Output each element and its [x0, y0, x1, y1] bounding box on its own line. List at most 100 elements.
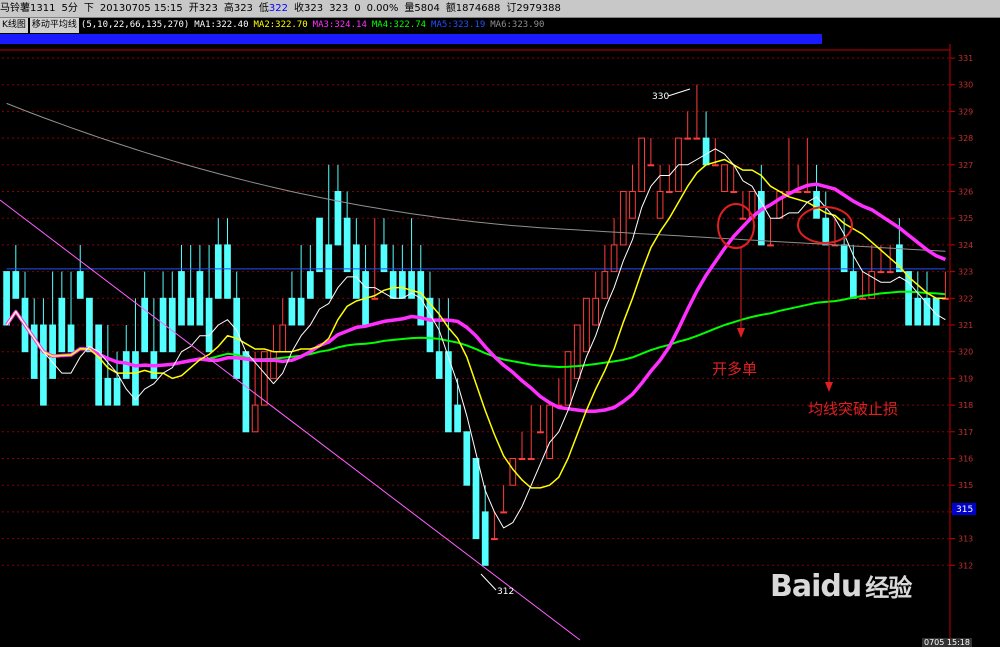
candle-body	[592, 297, 600, 326]
candle	[86, 297, 93, 353]
candle	[95, 324, 102, 406]
candle	[352, 218, 360, 299]
candle-body	[463, 431, 471, 486]
tick-label-320: 320	[958, 348, 973, 357]
candle	[297, 244, 305, 326]
candle-body	[527, 458, 535, 460]
candle-body	[619, 191, 627, 246]
tick-label-317: 317	[958, 428, 973, 437]
candle	[868, 244, 876, 299]
candle-body	[205, 297, 213, 353]
candle	[325, 164, 333, 299]
candle	[601, 244, 609, 299]
candle-body	[40, 324, 47, 406]
candle-body	[877, 271, 885, 274]
tick-label-325: 325	[958, 214, 973, 223]
candle-body	[49, 324, 56, 379]
candle-body	[886, 271, 894, 274]
tick-label-330: 330	[958, 81, 973, 90]
tick-label-319: 319	[958, 374, 973, 383]
candle	[850, 244, 857, 299]
candle-body	[224, 244, 231, 299]
candle-body	[380, 244, 388, 273]
candle-body	[352, 244, 360, 299]
candle-body	[500, 511, 507, 514]
candle	[481, 485, 489, 566]
candle	[67, 271, 75, 353]
tick-label-315: 315	[958, 481, 973, 490]
candle	[656, 164, 664, 219]
candle-body	[583, 297, 590, 353]
candle	[583, 297, 590, 353]
candle-body	[573, 324, 581, 379]
candle-body	[840, 244, 848, 273]
candle	[445, 298, 452, 433]
candle-body	[693, 137, 701, 140]
candle	[58, 271, 66, 353]
candle-body	[767, 244, 774, 247]
candle	[21, 271, 29, 353]
candle	[279, 298, 287, 353]
candle	[942, 271, 949, 300]
candle-body	[491, 538, 498, 541]
highlight-circle-1	[717, 203, 755, 249]
candle-body	[914, 297, 922, 326]
candle-body	[546, 404, 553, 460]
candle-body	[279, 324, 287, 353]
candle	[702, 111, 710, 166]
candle-body	[481, 511, 489, 566]
candle	[380, 218, 388, 273]
candle	[224, 218, 231, 299]
candle-body	[306, 271, 314, 299]
candle	[592, 271, 600, 326]
candle-body	[251, 404, 259, 433]
price-axis: 3123133143153163173183193203213223233243…	[950, 54, 973, 570]
candle-body	[472, 458, 480, 540]
candle	[684, 111, 692, 140]
candle-body	[288, 297, 296, 326]
candle-body	[518, 458, 526, 460]
candle	[408, 218, 415, 299]
ma270-line	[6, 102, 946, 252]
candle-body	[702, 137, 710, 166]
candle	[573, 324, 581, 379]
candle	[168, 271, 176, 353]
candle-body	[435, 351, 443, 379]
chart-window: { "header": { "symbol": "马铃薯1311", "peri…	[0, 0, 1000, 647]
tick-label-313: 313	[958, 535, 973, 544]
candle	[306, 244, 314, 299]
candle-body	[859, 297, 866, 300]
tick-label-321: 321	[958, 321, 973, 330]
open-long-label: 开多单	[712, 360, 757, 378]
candle	[288, 271, 296, 326]
candle	[132, 298, 139, 406]
candle-body	[196, 271, 204, 326]
candle	[610, 218, 618, 273]
candle-body	[389, 271, 397, 299]
candle	[3, 271, 10, 326]
candle-body	[923, 297, 931, 326]
tick-label-328: 328	[958, 134, 973, 143]
tick-label-323: 323	[958, 268, 973, 277]
candle-body	[113, 377, 121, 406]
candle-body	[537, 431, 544, 434]
candle	[463, 431, 471, 486]
candle-body	[813, 191, 820, 219]
candle	[334, 164, 342, 246]
candle-body	[803, 191, 811, 193]
tick-label-326: 326	[958, 188, 973, 197]
candle-body	[76, 271, 84, 299]
candle	[233, 271, 241, 379]
high-marker: 330	[652, 92, 669, 102]
tick-label-322: 322	[958, 294, 973, 303]
candle-body	[454, 404, 461, 433]
candle	[12, 244, 20, 299]
candle	[629, 164, 636, 219]
candle-body	[399, 271, 406, 299]
candle-body	[564, 351, 572, 406]
candle	[619, 191, 627, 246]
candle	[813, 164, 820, 219]
low-marker: 312	[497, 587, 514, 597]
candle	[546, 404, 553, 460]
stop-loss-label: 均线突破止损	[808, 400, 898, 418]
